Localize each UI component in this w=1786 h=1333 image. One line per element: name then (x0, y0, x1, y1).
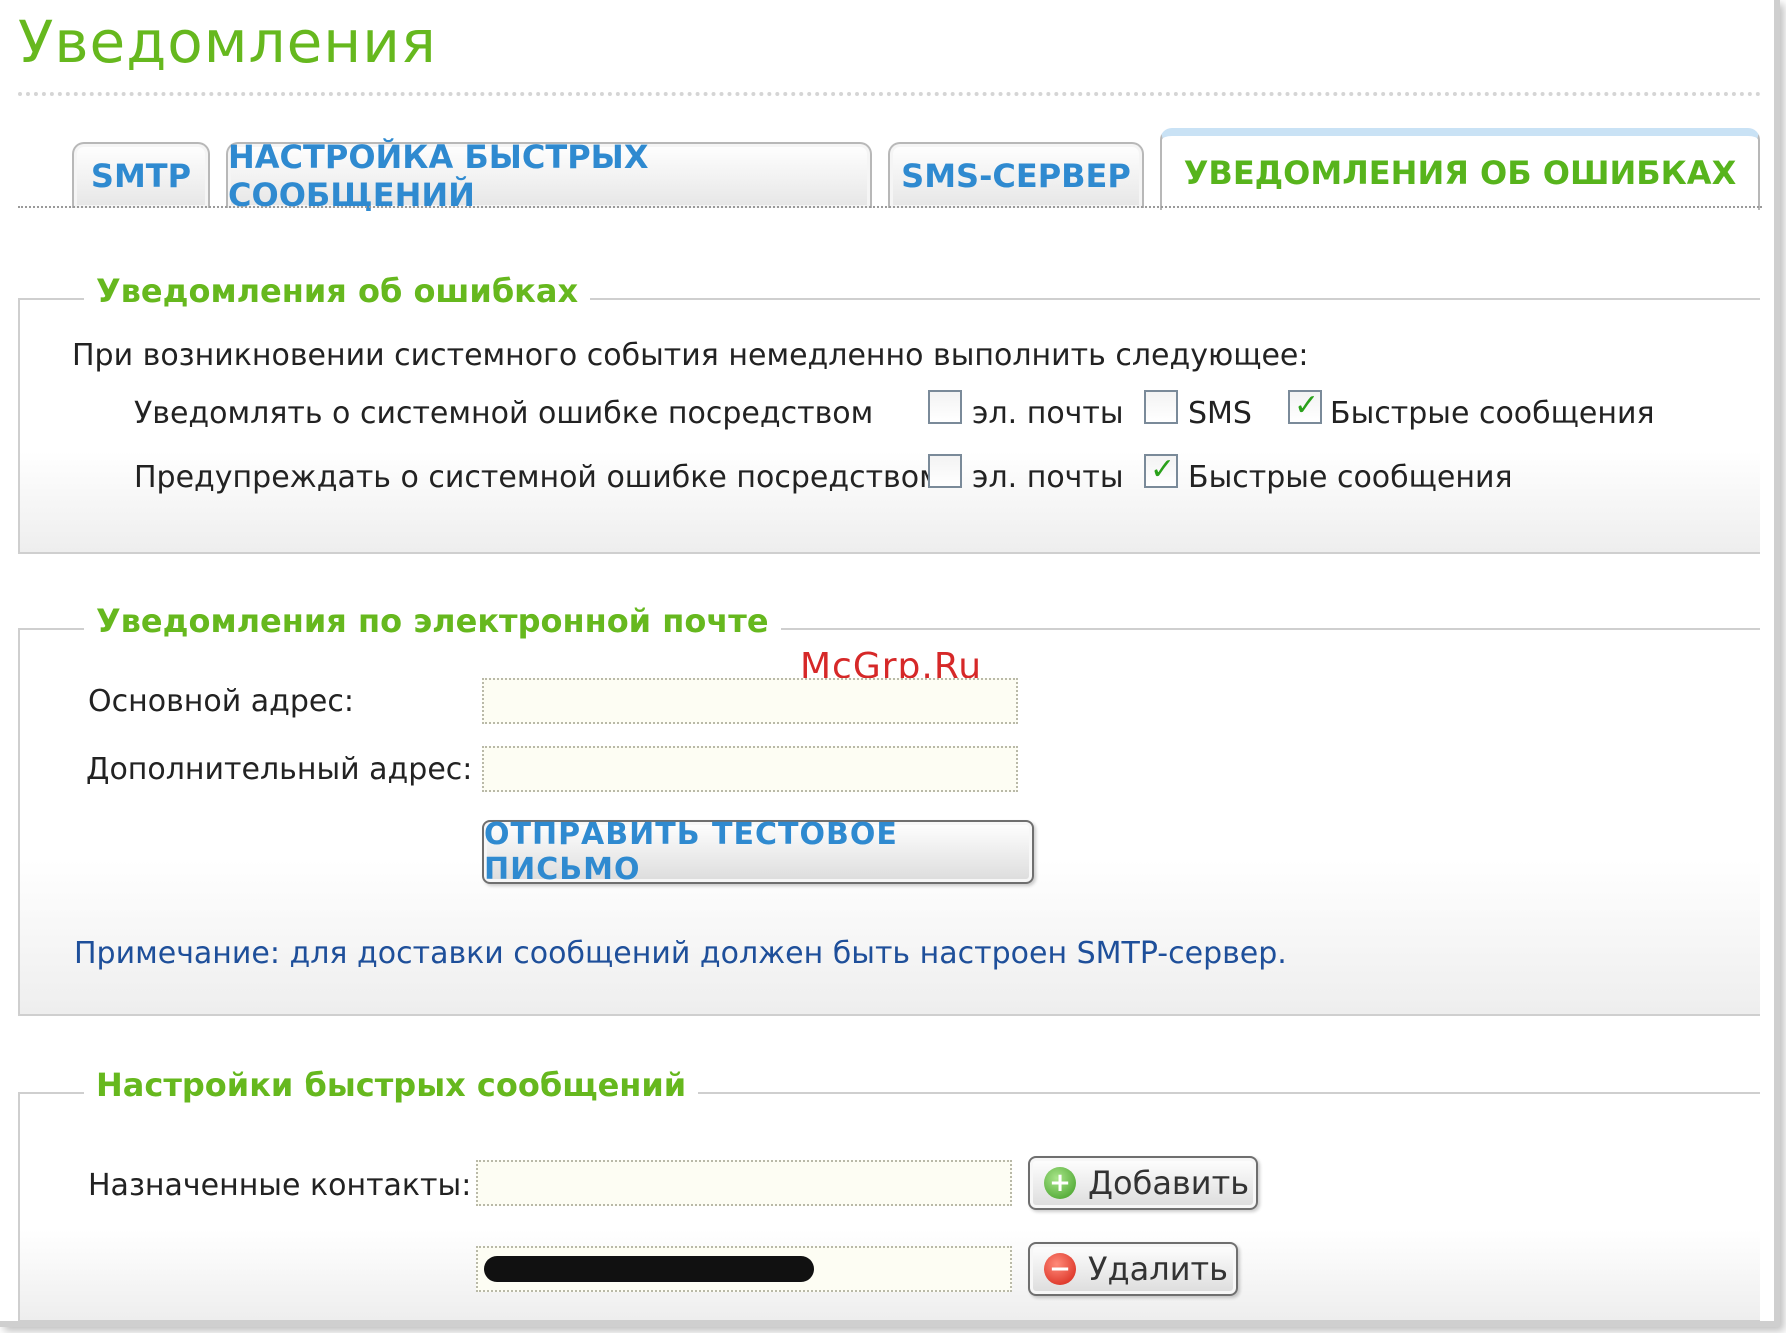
contacts-label: Назначенные контакты: (88, 1168, 472, 1203)
notify-email-checkbox[interactable] (928, 390, 962, 424)
notify-sms-checkbox[interactable] (1144, 390, 1178, 424)
title-divider (18, 92, 1762, 96)
warn-email-checkbox[interactable] (928, 454, 962, 488)
section-legend: Настройки быстрых сообщений (84, 1066, 699, 1104)
warn-im-checkbox[interactable]: ✓ (1144, 452, 1178, 488)
add-contact-label: Добавить (1088, 1164, 1250, 1202)
section-legend: Уведомления об ошибках (84, 272, 591, 310)
minus-circle-icon: − (1044, 1253, 1076, 1285)
notify-im-label: Быстрые сообщения (1330, 396, 1655, 431)
secondary-address-input[interactable] (482, 746, 1018, 792)
plus-circle-icon: + (1044, 1167, 1076, 1199)
notifications-window: Уведомления SMTP НАСТРОЙКА БЫСТРЫХ СООБЩ… (0, 0, 1780, 1327)
tabs-divider (18, 206, 1762, 208)
redacted-contact (484, 1256, 814, 1282)
warn-label: Предупреждать о системной ошибке посредс… (134, 460, 942, 495)
checkmark-icon: ✓ (1150, 452, 1176, 487)
intro-text: При возникновении системного события нем… (72, 338, 1309, 373)
warn-im-label: Быстрые сообщения (1188, 460, 1513, 495)
secondary-address-label: Дополнительный адрес: (86, 752, 473, 787)
primary-address-label: Основной адрес: (88, 684, 354, 719)
primary-address-input[interactable] (482, 678, 1018, 724)
remove-contact-label: Удалить (1088, 1250, 1228, 1288)
checkmark-icon: ✓ (1294, 388, 1320, 423)
tab-error-notifications[interactable]: УВЕДОМЛЕНИЯ ОБ ОШИБКАХ (1160, 128, 1760, 210)
remove-contact-button[interactable]: − Удалить (1028, 1242, 1238, 1296)
notify-label: Уведомлять о системной ошибке посредство… (134, 396, 874, 431)
notify-im-checkbox[interactable]: ✓ (1288, 388, 1322, 424)
tab-im-settings[interactable]: НАСТРОЙКА БЫСТРЫХ СООБЩЕНИЙ (226, 138, 872, 214)
send-test-email-button[interactable]: ОТПРАВИТЬ ТЕСТОВОЕ ПИСЬМО (482, 817, 1034, 887)
tab-smtp[interactable]: SMTP (72, 142, 210, 208)
notify-sms-label: SMS (1188, 396, 1252, 431)
send-test-email-label: ОТПРАВИТЬ ТЕСТОВОЕ ПИСЬМО (484, 817, 898, 887)
page-title: Уведомления (18, 8, 437, 76)
tab-sms-server[interactable]: SMS-СЕРВЕР (888, 142, 1144, 208)
contact-input[interactable] (476, 1160, 1012, 1206)
section-legend: Уведомления по электронной почте (84, 602, 781, 640)
add-contact-button[interactable]: + Добавить (1028, 1156, 1258, 1210)
notify-email-label: эл. почты (972, 396, 1124, 431)
warn-email-label: эл. почты (972, 460, 1124, 495)
smtp-note: Примечание: для доставки сообщений долже… (74, 936, 1287, 971)
